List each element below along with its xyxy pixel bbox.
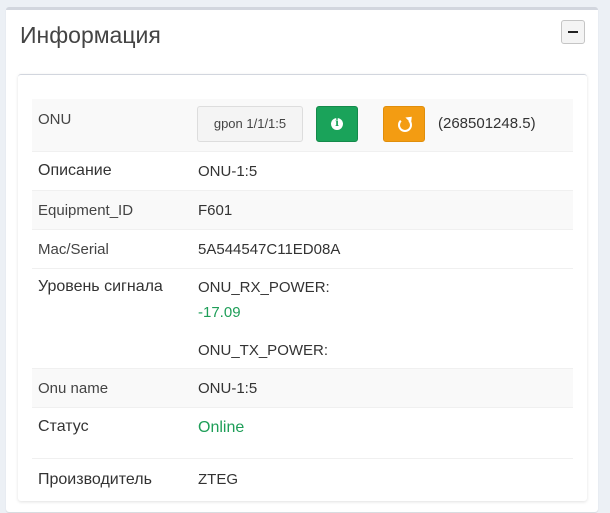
row-status: Статус Online	[32, 408, 573, 459]
mac-serial-value: 5A544547C11ED08A	[198, 241, 341, 258]
vendor-label: Производитель	[38, 471, 152, 488]
signal-level-label: Уровень сигнала	[38, 278, 163, 295]
onu-name-value: ONU-1:5	[198, 380, 258, 397]
port-button[interactable]: gpon 1/1/1:5	[197, 106, 303, 142]
info-circle-icon: i	[331, 118, 343, 130]
equipment-id-value: F601	[198, 202, 233, 219]
panel-header: Информация	[6, 10, 598, 60]
status-value: Online	[198, 419, 245, 436]
minus-icon	[568, 31, 578, 33]
description-label: Описание	[38, 162, 112, 179]
equipment-id-label: Equipment_ID	[38, 202, 134, 219]
tx-power-label: ONU_TX_POWER:	[198, 342, 329, 359]
info-panel: Информация ONU gpon 1/1/1:5 i (268501248…	[6, 7, 598, 512]
row-mac-serial: Mac/Serial 5A544547C11ED08A	[32, 230, 573, 269]
info-button[interactable]: i	[316, 106, 358, 142]
description-value: ONU-1:5	[198, 163, 258, 180]
row-description: Описание ONU-1:5	[32, 152, 573, 191]
uptime-value: (268501248.5)	[438, 115, 536, 132]
row-onu-name: Onu name ONU-1:5	[32, 369, 573, 408]
info-table: ONU gpon 1/1/1:5 i (268501248.5) Описани…	[18, 74, 587, 501]
row-vendor: Производитель ZTEG	[32, 459, 573, 499]
panel-title: Информация	[20, 22, 161, 48]
row-equipment-id: Equipment_ID F601	[32, 191, 573, 230]
rx-power-label: ONU_RX_POWER:	[198, 279, 330, 296]
mac-serial-label: Mac/Serial	[38, 241, 109, 258]
onu-label: ONU	[38, 111, 72, 128]
collapse-button[interactable]	[561, 20, 585, 44]
onu-name-label: Onu name	[38, 380, 109, 397]
row-signal-level: Уровень сигнала ONU_RX_POWER: -17.09 ONU…	[32, 269, 573, 369]
refresh-button[interactable]	[383, 106, 425, 142]
rx-power-value: -17.09	[198, 304, 241, 321]
vendor-value: ZTEG	[198, 471, 238, 488]
row-onu: ONU gpon 1/1/1:5 i (268501248.5)	[32, 99, 573, 152]
status-label: Статус	[38, 418, 89, 435]
